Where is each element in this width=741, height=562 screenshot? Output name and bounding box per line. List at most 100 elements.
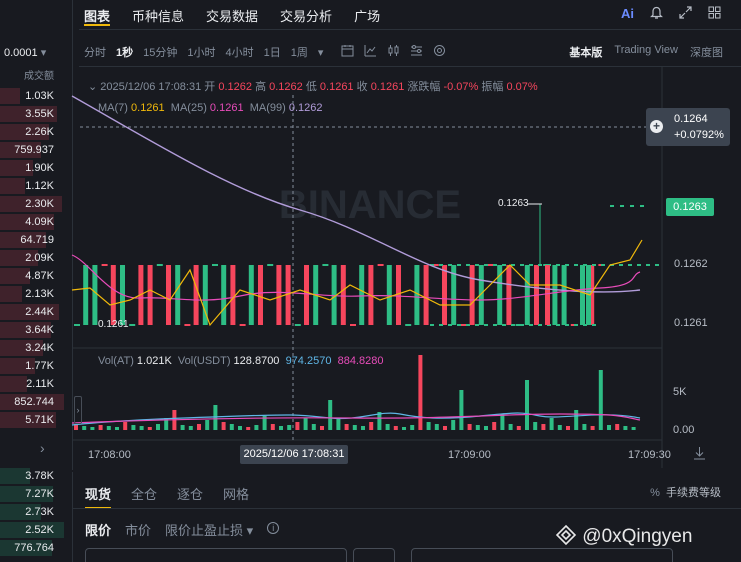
- volume-bar-down: [566, 426, 570, 430]
- candle-down: [442, 265, 447, 325]
- buy-volume[interactable]: 7.27K: [0, 486, 54, 502]
- volume-bar-up: [451, 420, 456, 430]
- volume-bar-up: [574, 410, 579, 430]
- candle-up: [359, 265, 365, 325]
- tab-isolated[interactable]: 逐仓: [177, 484, 203, 509]
- candle-up: [414, 265, 420, 325]
- volume-bar-down: [467, 424, 472, 430]
- volume-bar-up: [426, 422, 431, 430]
- candle-down: [304, 265, 309, 325]
- volume-bar-down: [197, 424, 201, 430]
- volume-bar-up: [475, 425, 480, 430]
- volume-bar-up: [188, 426, 193, 430]
- vol-axis-5k: 5K: [673, 386, 687, 398]
- candle-down: [545, 265, 550, 325]
- volume-bar-up: [254, 425, 259, 430]
- volume-bar-down: [98, 425, 103, 430]
- buy-volume[interactable]: 3.78K: [0, 468, 54, 484]
- divider: [73, 508, 741, 509]
- candle-down: [469, 265, 475, 325]
- volume-bar-up: [311, 424, 316, 430]
- volume-bar-down: [393, 426, 398, 430]
- volume-bar-up: [361, 426, 365, 430]
- time-label-0900: 17:09:00: [448, 449, 491, 461]
- order-limit[interactable]: 限价: [85, 520, 111, 539]
- order-form-panel: 现货 全仓 逐仓 网格 % 手续费等级 限价 市价 限价止盈止损 ▾ i: [72, 472, 741, 562]
- volume-ma2-line: [71, 413, 641, 424]
- vol-ma1-value: 974.2570: [285, 355, 332, 367]
- volume-bar-up: [336, 418, 341, 430]
- vol-ma2-value: 884.8280: [337, 355, 384, 367]
- candlestick-chart[interactable]: BINANCE: [0, 0, 741, 470]
- volume-bar-up: [631, 427, 636, 430]
- vol-usdt-label: Vol(USDT): [177, 355, 231, 367]
- tab-cross[interactable]: 全仓: [131, 484, 157, 509]
- candle-down: [230, 265, 236, 325]
- candle-up: [561, 265, 567, 325]
- volume-bar-up: [238, 426, 242, 430]
- fee-tier-link[interactable]: % 手续费等级: [650, 484, 721, 500]
- stop-limit-label: 限价止盈止损: [165, 523, 244, 538]
- binance-watermark: BINANCE: [279, 183, 461, 227]
- volume-bar-up: [525, 380, 529, 430]
- watermark-text: @0xQingyen: [582, 526, 693, 547]
- candle-down: [110, 265, 116, 325]
- candle-down: [506, 265, 512, 325]
- price-input-sell[interactable]: [411, 548, 673, 562]
- volume-bar-up: [459, 390, 464, 430]
- volume-bar-up: [229, 424, 234, 430]
- crosshair-change: +0.0792%: [674, 129, 724, 141]
- price-input-buy[interactable]: [85, 548, 347, 562]
- candle-up: [552, 265, 558, 325]
- volume-bar-up: [106, 426, 111, 430]
- order-market[interactable]: 市价: [125, 520, 151, 539]
- candle-up: [580, 265, 585, 325]
- unit-select-buy[interactable]: [353, 548, 395, 562]
- volume-bar-up: [484, 426, 488, 430]
- info-icon[interactable]: i: [267, 522, 280, 534]
- time-label-0930: 17:09:30: [628, 449, 671, 461]
- diamond-logo-icon: [555, 524, 577, 546]
- volume-bar-up: [287, 425, 292, 430]
- scroll-left-handle[interactable]: ›: [74, 396, 82, 424]
- volume-bar-up: [352, 425, 357, 430]
- add-alert-icon[interactable]: +: [650, 120, 663, 133]
- candle-down: [276, 265, 282, 325]
- fee-tier-label: 手续费等级: [666, 487, 721, 499]
- volume-bar-down: [492, 422, 497, 430]
- candle-down: [147, 265, 153, 325]
- volume-bar-down: [541, 424, 546, 430]
- order-stop-limit[interactable]: 限价止盈止损 ▾: [165, 520, 253, 539]
- volume-bar-up: [328, 400, 333, 430]
- candle-down: [340, 265, 346, 325]
- buy-volume[interactable]: 776.764: [0, 540, 54, 556]
- volume-bar-down: [246, 427, 251, 430]
- volume-bar-up: [303, 418, 308, 430]
- tab-grid[interactable]: 网格: [223, 484, 249, 509]
- buy-volume[interactable]: 2.73K: [0, 504, 54, 520]
- candle-down: [423, 265, 429, 325]
- volume-bar-down: [516, 426, 521, 430]
- volume-bar-up: [549, 418, 554, 430]
- candle-up: [175, 265, 181, 325]
- volume-bar-up: [607, 425, 611, 430]
- volume-bar-down: [123, 422, 128, 430]
- volume-bar-up: [180, 425, 185, 430]
- volume-bar-up: [82, 426, 87, 430]
- candle-up: [248, 265, 254, 325]
- volume-bar-down: [295, 422, 300, 430]
- volume-bar-up: [508, 424, 513, 430]
- vol-usdt-value: 128.8700: [233, 355, 280, 367]
- volume-bar-up: [115, 427, 119, 430]
- volume-bar-up: [402, 427, 406, 430]
- vol-value: 1.021K: [136, 355, 172, 367]
- buy-volume[interactable]: 2.52K: [0, 522, 54, 538]
- scroll-to-latest-icon[interactable]: [693, 446, 706, 463]
- candle-down: [193, 265, 199, 325]
- volume-bar-up: [533, 422, 538, 430]
- price-label-high: 0.1262: [674, 258, 708, 270]
- time-label-0800: 17:08:00: [88, 449, 131, 461]
- tab-spot[interactable]: 现货: [85, 484, 112, 509]
- candle-up: [83, 265, 89, 325]
- volume-bar-up: [557, 425, 562, 430]
